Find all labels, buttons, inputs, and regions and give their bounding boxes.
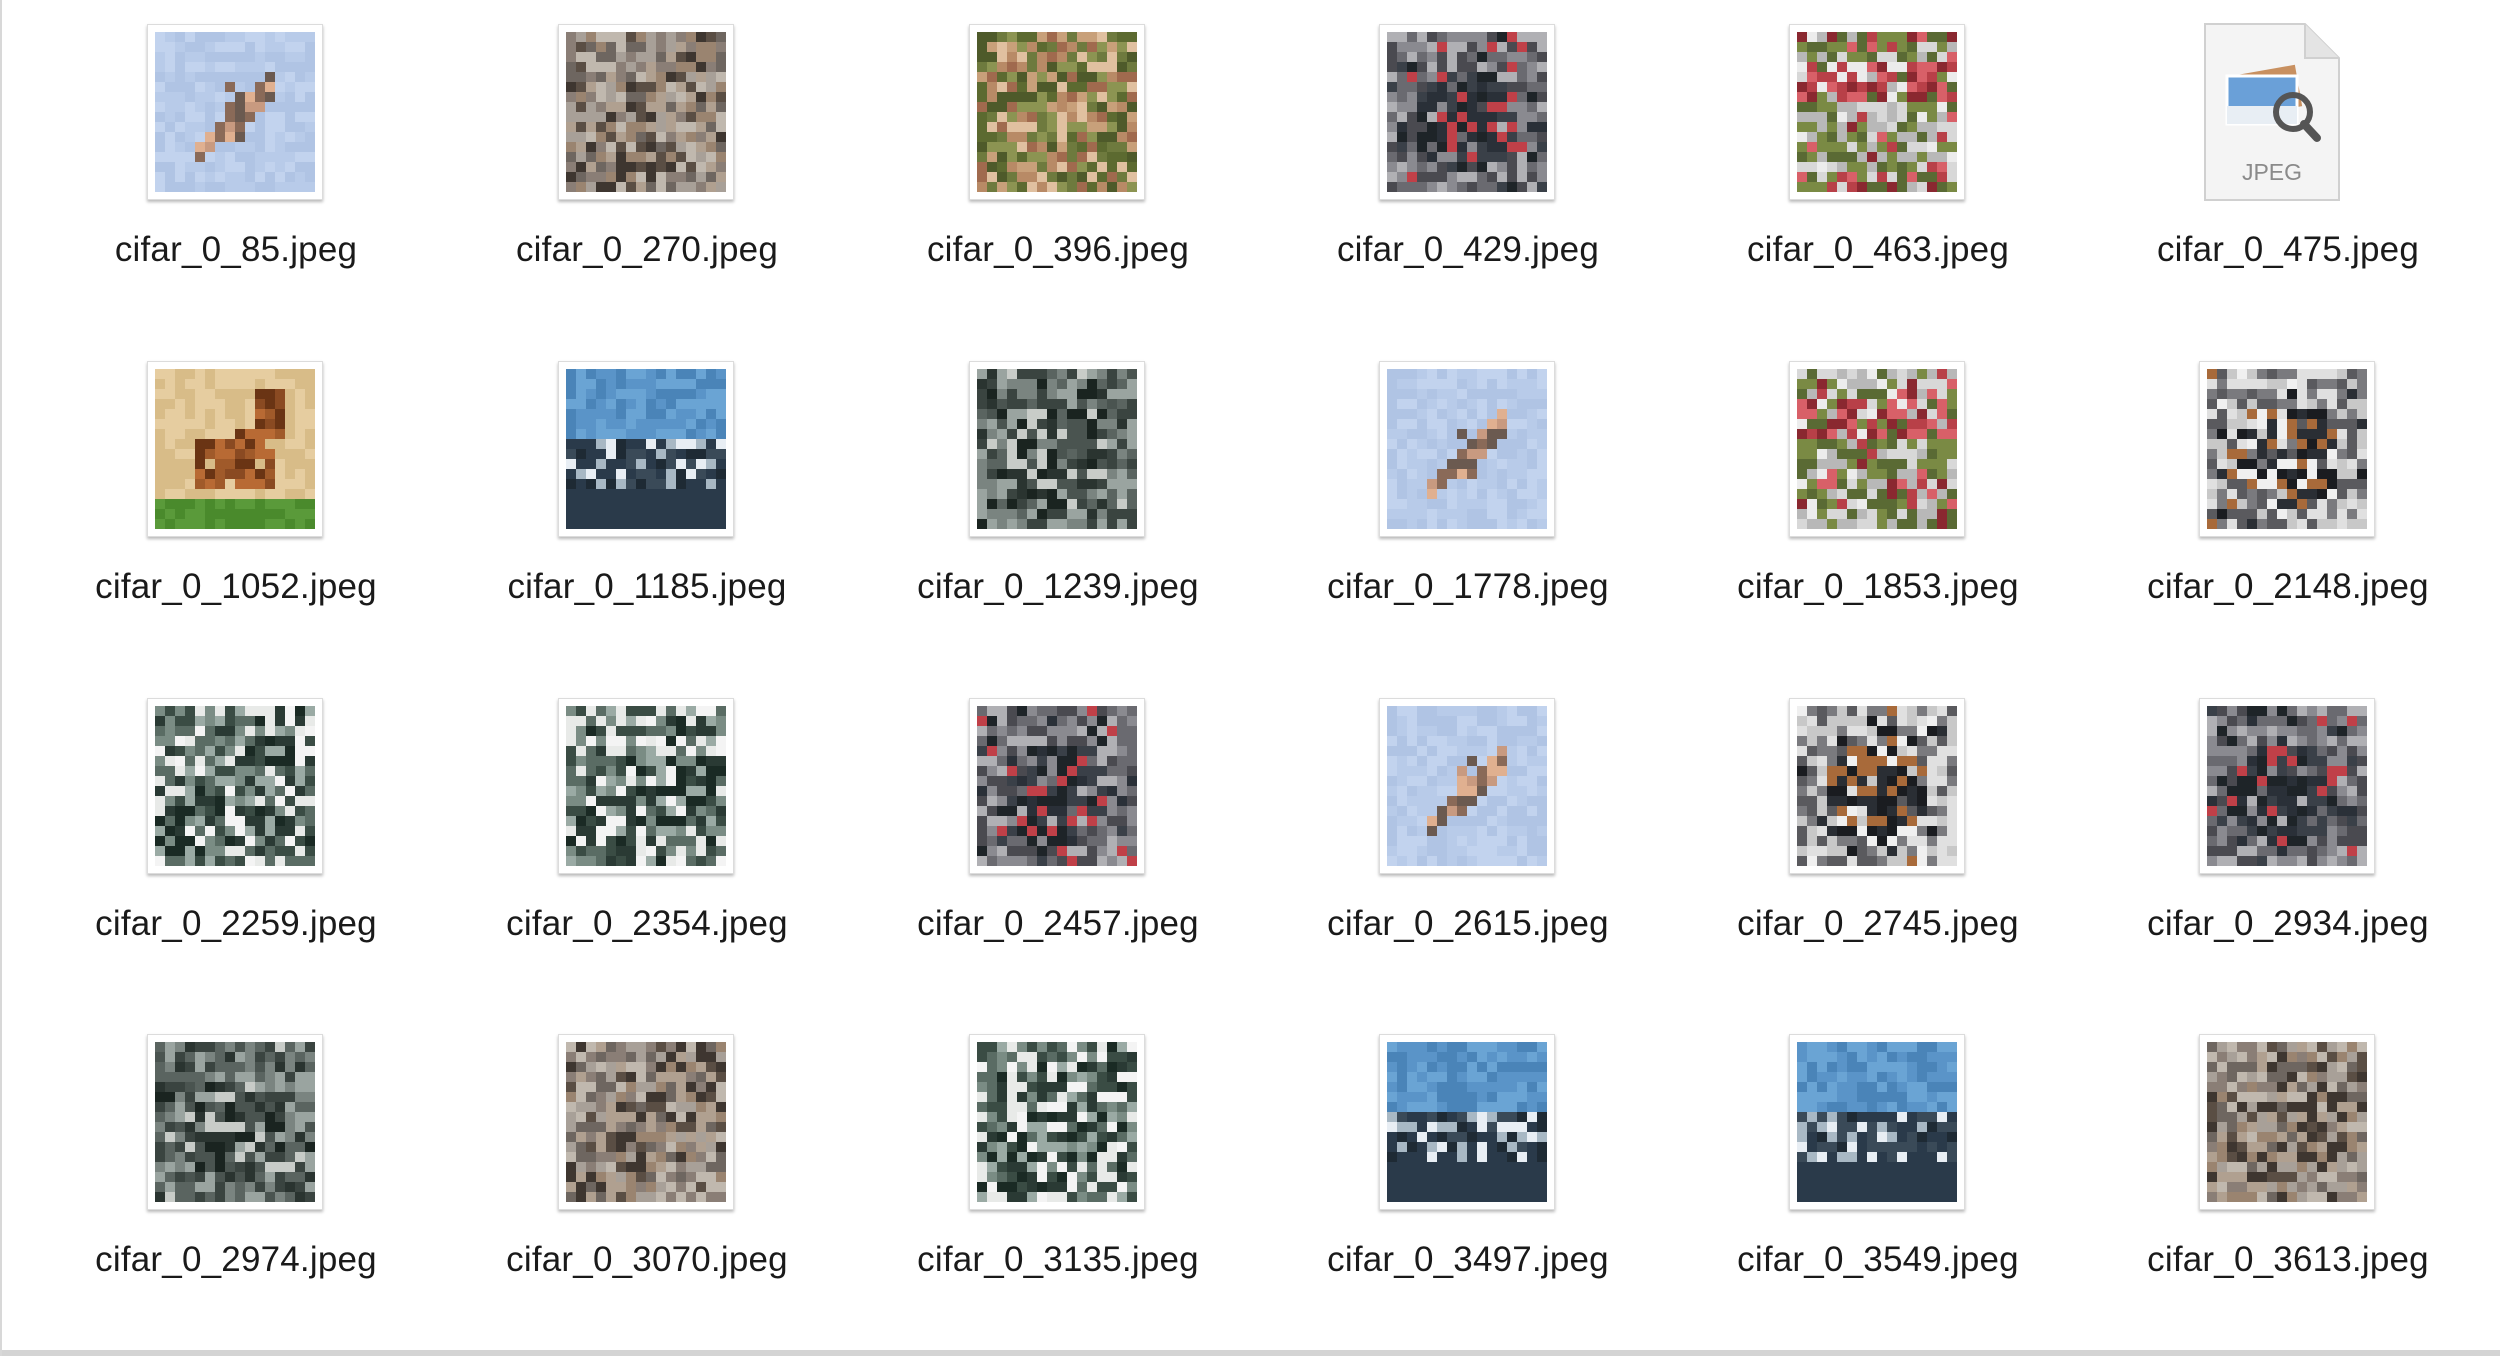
- file-icon-grid: cifar_0_85.jpeg cifar_0_270.jpeg cifar_0_3…: [2, 0, 2500, 1350]
- file-name-label[interactable]: cifar_0_2354.jpeg: [438, 904, 856, 944]
- ship-thumbnail[interactable]: [1789, 1034, 1965, 1210]
- file-name-label[interactable]: cifar_0_429.jpeg: [1259, 230, 1677, 270]
- file-name-label[interactable]: cifar_0_3070.jpeg: [438, 1240, 856, 1280]
- file-item[interactable]: cifar_0_1853.jpeg: [1669, 337, 2069, 657]
- file-item[interactable]: cifar_0_429.jpeg: [1259, 0, 1659, 320]
- file-item[interactable]: cifar_0_1185.jpeg: [438, 337, 838, 657]
- file-item[interactable]: cifar_0_1778.jpeg: [1259, 337, 1659, 657]
- red-object-thumbnail[interactable]: [1789, 24, 1965, 200]
- file-name-label[interactable]: cifar_0_475.jpeg: [2079, 230, 2497, 270]
- airplane-thumbnail[interactable]: [147, 24, 323, 200]
- vehicle-thumbnail[interactable]: [969, 698, 1145, 874]
- file-item[interactable]: cifar_0_3070.jpeg: [438, 1010, 838, 1330]
- ship-thumbnail[interactable]: [1379, 1034, 1555, 1210]
- file-item[interactable]: cifar_0_3497.jpeg: [1259, 1010, 1659, 1330]
- bird-thumbnail[interactable]: [558, 24, 734, 200]
- file-item[interactable]: cifar_0_3549.jpeg: [1669, 1010, 2069, 1330]
- file-item[interactable]: cifar_0_3613.jpeg: [2079, 1010, 2479, 1330]
- file-name-label[interactable]: cifar_0_3549.jpeg: [1669, 1240, 2087, 1280]
- file-item[interactable]: cifar_0_1239.jpeg: [849, 337, 1249, 657]
- finder-icon-view: cifar_0_85.jpeg cifar_0_270.jpeg cifar_0_3…: [0, 0, 2500, 1356]
- dark-object-thumbnail[interactable]: [558, 698, 734, 874]
- file-name-label[interactable]: cifar_0_463.jpeg: [1669, 230, 2087, 270]
- file-item[interactable]: cifar_0_2354.jpeg: [438, 674, 838, 994]
- file-name-label[interactable]: cifar_0_1185.jpeg: [438, 567, 856, 607]
- file-item[interactable]: cifar_0_270.jpeg: [438, 0, 838, 320]
- horse-thumbnail[interactable]: [147, 361, 323, 537]
- file-item[interactable]: cifar_0_2745.jpeg: [1669, 674, 2069, 994]
- file-item[interactable]: cifar_0_2457.jpeg: [849, 674, 1249, 994]
- car-thumbnail[interactable]: [2199, 361, 2375, 537]
- file-name-label[interactable]: cifar_0_1778.jpeg: [1259, 567, 1677, 607]
- file-item[interactable]: cifar_0_3135.jpeg: [849, 1010, 1249, 1330]
- file-name-label[interactable]: cifar_0_2974.jpeg: [27, 1240, 445, 1280]
- file-name-label[interactable]: cifar_0_1052.jpeg: [27, 567, 445, 607]
- file-item[interactable]: cifar_0_2148.jpeg: [2079, 337, 2479, 657]
- airplane-thumbnail[interactable]: [1379, 361, 1555, 537]
- file-name-label[interactable]: cifar_0_2615.jpeg: [1259, 904, 1677, 944]
- dark-object-thumbnail[interactable]: [969, 1034, 1145, 1210]
- file-name-label[interactable]: cifar_0_85.jpeg: [27, 230, 445, 270]
- file-name-label[interactable]: cifar_0_2148.jpeg: [2079, 567, 2497, 607]
- file-name-label[interactable]: cifar_0_1239.jpeg: [849, 567, 1267, 607]
- truck-thumbnail[interactable]: [969, 361, 1145, 537]
- bird-thumbnail[interactable]: [558, 1034, 734, 1210]
- file-item[interactable]: cifar_0_396.jpeg: [849, 0, 1249, 320]
- jpeg-icon-label: JPEG: [2242, 159, 2302, 185]
- dark-object-thumbnail[interactable]: [147, 698, 323, 874]
- vehicle-thumbnail[interactable]: [1379, 24, 1555, 200]
- file-item[interactable]: cifar_0_463.jpeg: [1669, 0, 2069, 320]
- file-item[interactable]: cifar_0_2259.jpeg: [27, 674, 427, 994]
- file-item[interactable]: cifar_0_2974.jpeg: [27, 1010, 427, 1330]
- file-name-label[interactable]: cifar_0_3613.jpeg: [2079, 1240, 2497, 1280]
- bird-thumbnail[interactable]: [2199, 1034, 2375, 1210]
- jpeg-document-icon[interactable]: JPEG: [2201, 20, 2343, 204]
- file-name-label[interactable]: cifar_0_1853.jpeg: [1669, 567, 2087, 607]
- red-object-thumbnail[interactable]: [1789, 361, 1965, 537]
- vehicle-thumbnail[interactable]: [2199, 698, 2375, 874]
- file-name-label[interactable]: cifar_0_3135.jpeg: [849, 1240, 1267, 1280]
- file-name-label[interactable]: cifar_0_3497.jpeg: [1259, 1240, 1677, 1280]
- foliage-thumbnail[interactable]: [969, 24, 1145, 200]
- car-thumbnail[interactable]: [1789, 698, 1965, 874]
- airplane-thumbnail[interactable]: [1379, 698, 1555, 874]
- ship-thumbnail[interactable]: [558, 361, 734, 537]
- file-name-label[interactable]: cifar_0_2457.jpeg: [849, 904, 1267, 944]
- file-name-label[interactable]: cifar_0_396.jpeg: [849, 230, 1267, 270]
- file-item[interactable]: cifar_0_85.jpeg: [27, 0, 427, 320]
- file-item[interactable]: cifar_0_2934.jpeg: [2079, 674, 2479, 994]
- file-name-label[interactable]: cifar_0_2934.jpeg: [2079, 904, 2497, 944]
- window-bottom-edge: [2, 1350, 2500, 1356]
- file-name-label[interactable]: cifar_0_270.jpeg: [438, 230, 856, 270]
- file-item[interactable]: cifar_0_1052.jpeg: [27, 337, 427, 657]
- file-name-label[interactable]: cifar_0_2745.jpeg: [1669, 904, 2087, 944]
- file-name-label[interactable]: cifar_0_2259.jpeg: [27, 904, 445, 944]
- truck-thumbnail[interactable]: [147, 1034, 323, 1210]
- file-item[interactable]: JPEG cifar_0_475.jpeg: [2079, 0, 2479, 320]
- file-item[interactable]: cifar_0_2615.jpeg: [1259, 674, 1659, 994]
